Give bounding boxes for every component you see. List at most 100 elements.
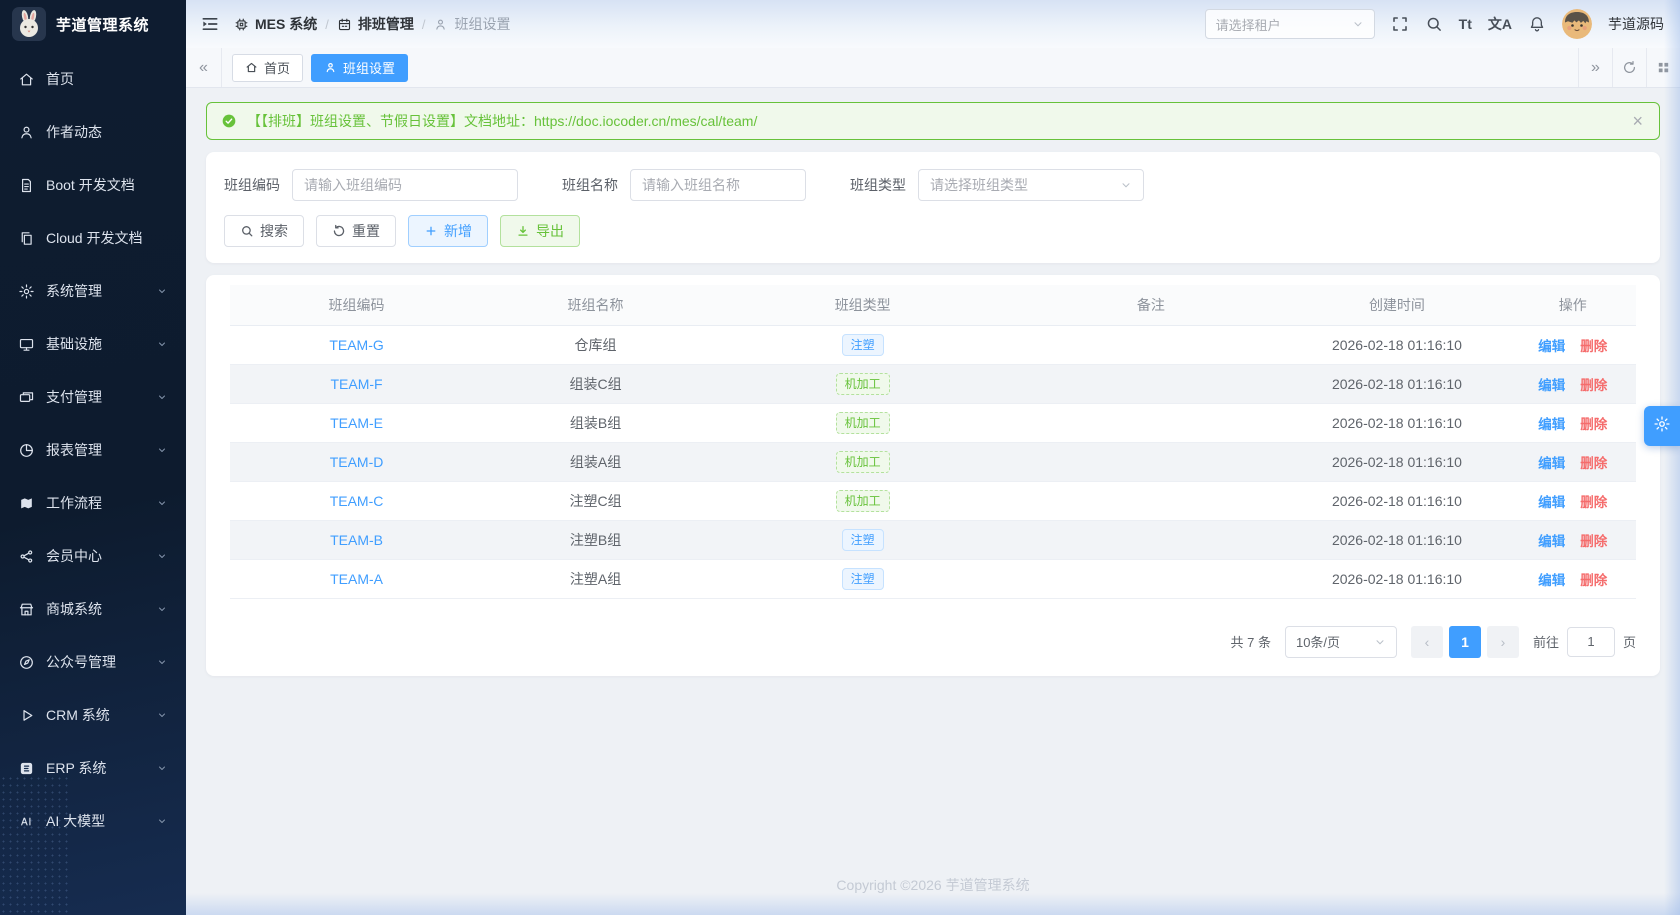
sidebar-item-pay[interactable]: 支付管理 xyxy=(9,376,177,418)
notification-bell-icon[interactable] xyxy=(1528,15,1546,33)
tab-team-settings[interactable]: 班组设置 xyxy=(311,54,408,82)
team-name-cell: 注塑C组 xyxy=(483,481,708,520)
sidebar-item-mp[interactable]: 公众号管理 xyxy=(9,641,177,683)
sidebar-item-system[interactable]: 系统管理 xyxy=(9,270,177,312)
page-buttons: ‹ 1 › xyxy=(1411,626,1519,658)
team-code-input[interactable] xyxy=(292,169,518,201)
edit-button[interactable]: 编辑 xyxy=(1538,573,1565,588)
team-code-link[interactable]: TEAM-A xyxy=(330,571,383,587)
payment-icon xyxy=(18,389,35,406)
sidebar-item-boot-doc[interactable]: Boot 开发文档 xyxy=(9,164,177,206)
add-button[interactable]: 新增 xyxy=(408,215,488,247)
created-time-cell: 2026-02-18 01:16:10 xyxy=(1284,520,1509,559)
font-size-icon[interactable]: Tt xyxy=(1459,15,1472,33)
team-code-link[interactable]: TEAM-F xyxy=(330,376,382,392)
table-row: TEAM-C注塑C组机加工2026-02-18 01:16:10编辑删除 xyxy=(230,481,1636,520)
chevron-down-icon xyxy=(156,391,168,403)
sidebar-item-workflow[interactable]: 工作流程 xyxy=(9,482,177,524)
sidebar-item-label: CRM 系统 xyxy=(46,705,110,725)
chevron-down-icon xyxy=(1374,636,1386,648)
sidebar-item-erp[interactable]: ERP 系统 xyxy=(9,747,177,789)
edit-button[interactable]: 编辑 xyxy=(1538,534,1565,549)
edit-button[interactable]: 编辑 xyxy=(1538,339,1565,354)
search-button[interactable]: 搜索 xyxy=(224,215,304,247)
username[interactable]: 芋道源码 xyxy=(1608,14,1664,34)
search-icon[interactable] xyxy=(1425,15,1443,33)
sidebar-item-report[interactable]: 报表管理 xyxy=(9,429,177,471)
page-size-select[interactable]: 10条/页 xyxy=(1285,626,1397,658)
tabs-scroll-right[interactable]: » xyxy=(1578,48,1612,87)
tabs-scroll-left[interactable]: « xyxy=(186,48,222,87)
user-avatar[interactable] xyxy=(1562,9,1592,39)
team-code-link[interactable]: TEAM-G xyxy=(329,337,383,353)
team-type-select[interactable]: 请选择班组类型 xyxy=(918,169,1144,201)
team-name-cell: 注塑B组 xyxy=(483,520,708,559)
sidebar-item-home[interactable]: 首页 xyxy=(9,58,177,100)
sidebar-item-cloud-doc[interactable]: Cloud 开发文档 xyxy=(9,217,177,259)
refresh-icon[interactable] xyxy=(1612,48,1646,87)
edit-button[interactable]: 编辑 xyxy=(1538,378,1565,393)
breadcrumb-schedule[interactable]: 排班管理 xyxy=(337,14,414,34)
team-code-link[interactable]: TEAM-E xyxy=(330,415,383,431)
sidebar-item-infra[interactable]: 基础设施 xyxy=(9,323,177,365)
next-page-button[interactable]: › xyxy=(1487,626,1519,658)
filter-row: 班组编码 班组名称 班组类型 请选择班组类型 xyxy=(224,169,1642,201)
table-row: TEAM-E组装B组机加工2026-02-18 01:16:10编辑删除 xyxy=(230,403,1636,442)
team-name-input[interactable] xyxy=(630,169,806,201)
edit-button[interactable]: 编辑 xyxy=(1538,417,1565,432)
action-buttons: 搜索 重置 新增 导出 xyxy=(224,215,1642,247)
table-row: TEAM-F组装C组机加工2026-02-18 01:16:10编辑删除 xyxy=(230,364,1636,403)
page-content: 【【排班】班组设置、节假日设置】文档地址：https://doc.iocoder… xyxy=(186,88,1680,915)
workflow-icon xyxy=(18,495,35,512)
delete-button[interactable]: 删除 xyxy=(1580,339,1607,354)
delete-button[interactable]: 删除 xyxy=(1580,378,1607,393)
sidebar-item-crm[interactable]: CRM 系统 xyxy=(9,694,177,736)
chevron-down-icon xyxy=(1120,179,1132,191)
prev-page-button[interactable]: ‹ xyxy=(1411,626,1443,658)
delete-button[interactable]: 删除 xyxy=(1580,495,1607,510)
breadcrumb-mes[interactable]: MES 系统 xyxy=(234,14,317,34)
logo-row[interactable]: 芋道管理系统 xyxy=(0,0,186,48)
theme-settings-button[interactable] xyxy=(1644,406,1680,446)
team-code-link[interactable]: TEAM-B xyxy=(330,532,383,548)
team-table: 班组编码班组名称班组类型备注创建时间操作 TEAM-G仓库组注塑2026-02-… xyxy=(230,285,1636,599)
user-icon xyxy=(18,124,35,141)
select-placeholder: 请选择班组类型 xyxy=(930,175,1114,195)
edit-button[interactable]: 编辑 xyxy=(1538,495,1565,510)
edit-button[interactable]: 编辑 xyxy=(1538,456,1565,471)
goto-page-input[interactable] xyxy=(1567,627,1615,657)
sidebar-item-ai[interactable]: AI 大模型 xyxy=(9,800,177,842)
sidebar-item-label: 系统管理 xyxy=(46,281,102,301)
team-code-link[interactable]: TEAM-D xyxy=(330,454,384,470)
close-icon[interactable]: × xyxy=(1630,112,1645,130)
layout-grid-icon[interactable] xyxy=(1646,48,1680,87)
reset-button[interactable]: 重置 xyxy=(316,215,396,247)
sidebar-item-mall[interactable]: 商城系统 xyxy=(9,588,177,630)
doc-link[interactable]: https://doc.iocoder.cn/mes/cal/team/ xyxy=(534,113,757,129)
fullscreen-icon[interactable] xyxy=(1391,15,1409,33)
sidebar-menu: 首页作者动态 Boot 开发文档 Cloud 开发文档系统管理基础设施支付管理报表管… xyxy=(0,48,186,915)
delete-button[interactable]: 删除 xyxy=(1580,534,1607,549)
menu-fold-icon[interactable] xyxy=(200,14,220,34)
alert-text: 【【排班】班组设置、节假日设置】文档地址：https://doc.iocoder… xyxy=(247,111,757,131)
delete-button[interactable]: 删除 xyxy=(1580,573,1607,588)
calendar-icon xyxy=(337,17,352,32)
button-label: 重置 xyxy=(352,221,380,241)
tenant-select[interactable]: 请选择租户 xyxy=(1205,9,1375,39)
team-code-link[interactable]: TEAM-C xyxy=(330,493,384,509)
play-icon xyxy=(18,707,35,724)
tab-home[interactable]: 首页 xyxy=(232,54,303,82)
delete-button[interactable]: 删除 xyxy=(1580,417,1607,432)
sidebar-item-member[interactable]: 会员中心 xyxy=(9,535,177,577)
team-name-cell: 组装A组 xyxy=(483,442,708,481)
goto-page: 前往 页 xyxy=(1533,627,1636,657)
remark-cell xyxy=(1017,364,1284,403)
export-button[interactable]: 导出 xyxy=(500,215,580,247)
locale-icon[interactable]: 文A xyxy=(1488,15,1512,33)
delete-button[interactable]: 删除 xyxy=(1580,456,1607,471)
created-time-cell: 2026-02-18 01:16:10 xyxy=(1284,364,1509,403)
pagination: 共 7 条 10条/页 ‹ 1 › 前往 页 xyxy=(230,626,1636,658)
page-number-button[interactable]: 1 xyxy=(1449,626,1481,658)
sidebar-item-author[interactable]: 作者动态 xyxy=(9,111,177,153)
app-window: 芋道管理系统 首页作者动态 Boot 开发文档 Cloud 开发文档系统管理基础设施… xyxy=(0,0,1680,915)
